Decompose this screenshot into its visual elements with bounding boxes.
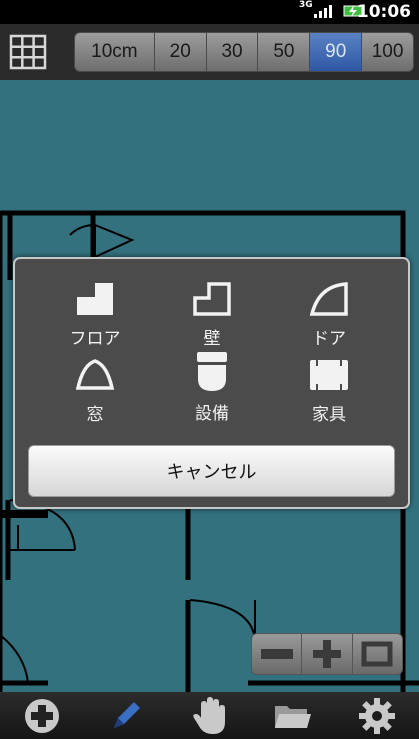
scale-option-20[interactable]: 20 <box>155 33 207 71</box>
scale-selector: 10cm 20 30 50 90 100 <box>74 32 414 72</box>
add-icon <box>24 698 59 733</box>
dialog-item-wall[interactable]: 壁 <box>152 279 272 349</box>
dialog-item-label: 窓 <box>86 405 104 425</box>
dialog-item-label: 壁 <box>203 329 221 349</box>
signal-icon <box>314 5 332 18</box>
wall-icon <box>193 281 231 316</box>
fit-screen-icon <box>361 641 393 667</box>
floor-icon <box>77 282 113 315</box>
zoom-in-icon <box>312 640 341 668</box>
window-icon <box>75 358 115 390</box>
top-toolbar: 10cm 20 30 50 90 100 <box>0 24 419 80</box>
dialog-item-floor[interactable]: フロア <box>35 279 155 349</box>
zoom-controls <box>251 633 403 675</box>
equipment-icon <box>197 352 227 391</box>
scale-option-10cm[interactable]: 10cm <box>75 33 155 71</box>
dialog-item-window[interactable]: 窓 <box>35 355 155 425</box>
fit-screen-button[interactable] <box>353 634 402 674</box>
settings-button[interactable] <box>347 694 407 738</box>
network-type: 3G <box>299 0 313 10</box>
gear-icon <box>359 697 396 734</box>
dialog-item-label: フロア <box>69 329 121 349</box>
grid-toggle-button[interactable] <box>9 34 47 70</box>
pan-button[interactable] <box>179 694 239 738</box>
status-bar: 3G 10:06 <box>0 0 419 24</box>
dialog-item-label: 設備 <box>195 404 229 424</box>
scale-option-30[interactable]: 30 <box>207 33 259 71</box>
dialog-item-door[interactable]: ドア <box>269 279 389 349</box>
door-icon <box>309 281 348 316</box>
zoom-in-button[interactable] <box>302 634 353 674</box>
dialog-item-label: 家具 <box>312 405 346 425</box>
dialog-item-furniture[interactable]: 家具 <box>269 355 389 425</box>
add-button[interactable] <box>12 694 72 738</box>
bottom-toolbar <box>0 692 419 739</box>
pencil-icon <box>113 701 140 728</box>
furniture-icon <box>310 359 348 390</box>
hand-icon <box>193 696 226 734</box>
dialog-item-label: ドア <box>312 329 346 349</box>
edit-button[interactable] <box>96 694 156 738</box>
cancel-button[interactable]: キャンセル <box>28 445 395 497</box>
scale-option-50[interactable]: 50 <box>258 33 311 71</box>
open-file-button[interactable] <box>263 694 323 738</box>
clock: 10:06 <box>356 2 411 22</box>
dialog-item-equipment[interactable]: 設備 <box>152 351 272 424</box>
add-element-dialog: フロア 壁 ドア 窓 設備 家具 キャンセル <box>13 257 410 509</box>
scale-option-90[interactable]: 90 <box>310 33 363 71</box>
grid-icon <box>9 34 47 70</box>
zoom-out-icon <box>260 649 293 659</box>
zoom-out-button[interactable] <box>252 634 303 674</box>
scale-option-100[interactable]: 100 <box>362 33 413 71</box>
folder-icon <box>275 705 312 728</box>
